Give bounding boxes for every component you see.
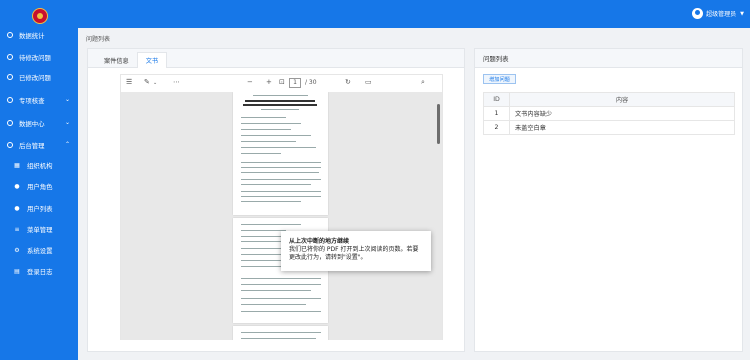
tab-case-info[interactable]: 案件信息 [96, 52, 137, 68]
sidebar-subitem-user-list[interactable]: ● 用户列表 [0, 199, 78, 217]
column-header-content: 内容 [509, 92, 735, 107]
sidebar-item-label: 后台管理 [19, 141, 45, 150]
gear-icon: ⚙ [14, 246, 20, 254]
sidebar-subitem-label: 菜单管理 [27, 225, 53, 234]
user-icon: ● [14, 204, 20, 212]
page-number-input[interactable]: 1 [289, 78, 301, 88]
circle-icon [7, 142, 13, 148]
sidebar-item-pending-issues[interactable]: 待修改问题 [0, 48, 78, 66]
sidebar-item-special-check[interactable]: 专项核查 ⌄ [0, 91, 78, 109]
row-id: 1 [483, 106, 510, 121]
sidebar-item-label: 待修改问题 [19, 53, 51, 62]
emblem-logo [32, 8, 48, 24]
user-name: 超级管理员 [706, 11, 737, 18]
row-content: 未盖空白章 [509, 120, 735, 135]
pdf-toolbar: ☰ ✎ ⌄ ⋯ − + ⊡ 1 / 30 ↻ ▭ ⌕ [121, 75, 442, 92]
sidebar-subitem-login-log[interactable]: ▤ 登录日志 [0, 262, 78, 280]
sidebar-subitem-menu-management[interactable]: ≡ 菜单管理 [0, 220, 78, 238]
sidebar-subitem-system-settings[interactable]: ⚙ 系统设置 [0, 241, 78, 259]
sidebar-subitem-label: 用户角色 [27, 182, 53, 191]
log-icon: ▤ [14, 267, 20, 275]
table-row[interactable]: 1 文书内容缺少 [483, 106, 735, 121]
fit-page-icon[interactable]: ⊡ [279, 78, 285, 86]
row-content: 文书内容缺少 [509, 106, 735, 121]
issue-table: ID 内容 1 文书内容缺少 2 未盖空白章 [483, 92, 735, 135]
org-icon: ▦ [14, 161, 20, 169]
sidebar-subitem-label: 系统设置 [27, 246, 53, 255]
top-header: 超级管理员 ▼ [78, 0, 750, 28]
chevron-down-icon: ⌄ [64, 119, 70, 126]
scrollbar-thumb[interactable] [437, 104, 440, 144]
sidebar-subitem-label: 登录日志 [27, 267, 53, 276]
circle-icon [7, 74, 13, 80]
document-panel: 案件信息 文书 ☰ ✎ ⌄ ⋯ − + ⊡ 1 / 30 ↻ ▭ ⌕ [87, 48, 465, 352]
user-icon: ● [14, 182, 20, 190]
add-issue-button[interactable]: 增加问题 [483, 74, 516, 84]
column-header-id: ID [483, 92, 510, 107]
sidebar-item-resolved-issues[interactable]: 已修改问题 [0, 68, 78, 86]
breadcrumb: 问题列表 [86, 36, 111, 43]
pdf-page [233, 326, 328, 340]
contents-icon[interactable]: ☰ [126, 78, 132, 86]
tooltip-body: 我们已将你的 PDF 打开到上次阅读的页数。若要更改此行为，请转到"设置"。 [289, 246, 419, 261]
pdf-scrollbar[interactable] [437, 92, 441, 340]
chevron-up-icon: ⌃ [64, 141, 70, 148]
circle-icon [7, 120, 13, 126]
sidebar-subitem-org[interactable]: ▦ 组织机构 [0, 156, 78, 174]
table-row[interactable]: 2 未盖空白章 [483, 120, 735, 135]
sidebar-item-statistics[interactable]: 数据统计 [0, 26, 78, 44]
sidebar-item-data-center[interactable]: 数据中心 ⌄ [0, 114, 78, 132]
page-view-icon[interactable]: ▭ [365, 78, 372, 86]
tab-documents[interactable]: 文书 [136, 52, 168, 68]
pdf-pages[interactable] [121, 92, 442, 340]
pdf-viewer: ☰ ✎ ⌄ ⋯ − + ⊡ 1 / 30 ↻ ▭ ⌕ [120, 74, 443, 340]
search-icon[interactable]: ⌕ [421, 78, 425, 87]
zoom-out-icon[interactable]: − [247, 78, 253, 86]
tooltip-title: 从上次中断的地方继续 [289, 238, 350, 245]
sidebar-item-label: 专项核查 [19, 96, 45, 105]
more-icon[interactable]: ⋯ [173, 78, 180, 86]
sidebar-item-label: 已修改问题 [19, 73, 51, 82]
menu-icon: ≡ [14, 225, 20, 233]
sidebar-subitem-label: 组织机构 [27, 161, 53, 170]
sidebar-item-label: 数据中心 [19, 119, 45, 128]
sidebar: 数据统计 待修改问题 已修改问题 专项核查 ⌄ 数据中心 ⌄ 后台管理 ⌃ ▦ … [0, 0, 78, 360]
circle-icon [7, 54, 13, 60]
tab-bar: 案件信息 文书 [88, 49, 464, 68]
avatar [692, 8, 704, 19]
pdf-page [233, 92, 328, 215]
chevron-down-icon[interactable]: ⌄ [153, 80, 157, 86]
panel-title: 问题列表 [475, 49, 742, 68]
zoom-in-icon[interactable]: + [266, 78, 272, 86]
highlight-icon[interactable]: ✎ [144, 78, 150, 86]
resume-reading-tooltip: 从上次中断的地方继续 我们已将你的 PDF 打开到上次阅读的页数。若要更改此行为… [281, 231, 431, 271]
user-menu[interactable]: 超级管理员 ▼ [692, 8, 744, 19]
sidebar-item-admin[interactable]: 后台管理 ⌃ [0, 136, 78, 154]
sidebar-subitem-label: 用户列表 [27, 204, 53, 213]
chevron-down-icon: ▼ [740, 10, 744, 17]
sidebar-subitem-user-roles[interactable]: ● 用户角色 [0, 177, 78, 195]
issue-list-panel: 问题列表 增加问题 ID 内容 1 文书内容缺少 2 未盖空白章 [474, 48, 743, 352]
page-total: / 30 [305, 79, 317, 86]
rotate-icon[interactable]: ↻ [345, 78, 351, 86]
row-id: 2 [483, 120, 510, 135]
chevron-down-icon: ⌄ [64, 96, 70, 103]
circle-icon [7, 32, 13, 38]
sidebar-item-label: 数据统计 [19, 31, 45, 40]
circle-icon [7, 97, 13, 103]
